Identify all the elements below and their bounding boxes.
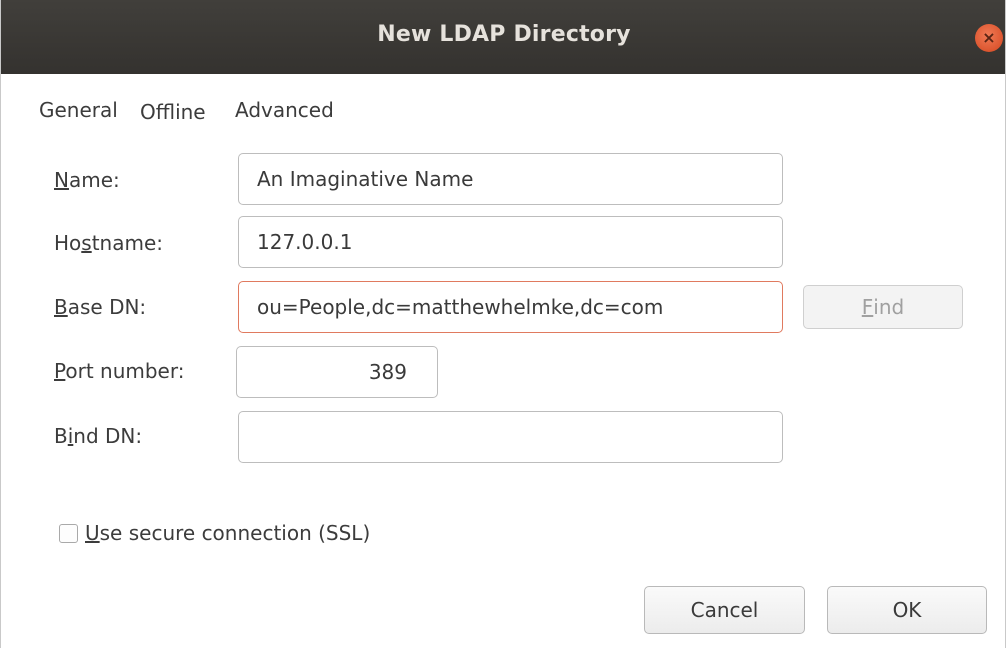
ssl-option[interactable]: Use secure connection (SSL) xyxy=(59,518,370,548)
ldap-dialog-window: New LDAP Directory × General Offline Adv… xyxy=(0,0,1006,648)
tab-offline[interactable]: Offline xyxy=(140,100,206,124)
base-dn-field[interactable]: ou=People,dc=matthewhelmke,dc=com xyxy=(238,281,783,333)
ssl-checkbox[interactable] xyxy=(59,523,78,543)
ssl-label: Use secure connection (SSL) xyxy=(85,521,371,545)
base-dn-label: Base DN: xyxy=(54,295,147,319)
name-field[interactable]: An Imaginative Name xyxy=(238,153,783,205)
name-label: Name: xyxy=(54,168,120,192)
bind-dn-field[interactable] xyxy=(238,411,783,463)
tab-advanced[interactable]: Advanced xyxy=(235,98,334,122)
ok-button[interactable]: OK xyxy=(827,586,987,634)
tab-general[interactable]: General xyxy=(39,98,118,122)
port-label: Port number: xyxy=(54,359,185,383)
find-button[interactable]: Find xyxy=(803,285,963,329)
cancel-button[interactable]: Cancel xyxy=(644,586,805,634)
window-title: New LDAP Directory xyxy=(377,22,631,47)
hostname-field[interactable]: 127.0.0.1 xyxy=(238,216,783,268)
close-icon[interactable]: × xyxy=(975,24,1003,52)
hostname-label: Hostname: xyxy=(54,231,164,255)
bind-dn-label: Bind DN: xyxy=(54,424,143,448)
port-field[interactable]: 389 xyxy=(236,346,438,398)
title-bar: New LDAP Directory × xyxy=(1,0,1005,74)
